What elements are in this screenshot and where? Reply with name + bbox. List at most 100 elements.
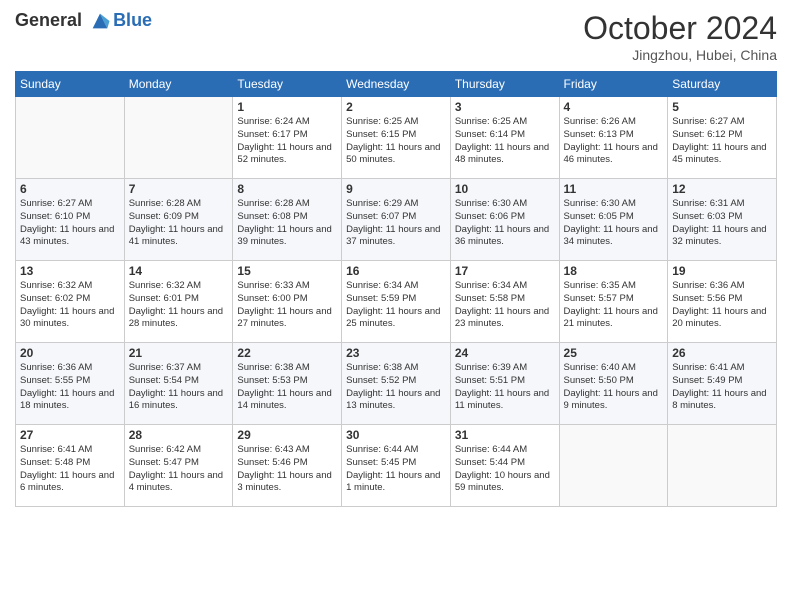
calendar-cell: 26 Sunrise: 6:41 AM Sunset: 5:49 PM Dayli… (668, 343, 777, 425)
calendar-cell: 5 Sunrise: 6:27 AM Sunset: 6:12 PM Daylig… (668, 97, 777, 179)
calendar-cell: 21 Sunrise: 6:37 AM Sunset: 5:54 PM Dayli… (124, 343, 233, 425)
calendar-cell: 12Sunrise: 6:31 AM Sunset: 6:03 PM Dayli… (668, 179, 777, 261)
day-number: 20 (20, 346, 120, 360)
calendar-cell: 20 Sunrise: 6:36 AM Sunset: 5:55 PM Dayli… (16, 343, 125, 425)
day-info: Sunrise: 6:41 AM Sunset: 5:49 PM Dayligh… (672, 362, 772, 413)
day-info: Sunrise: 6:28 AM Sunset: 6:08 PM Dayligh… (237, 198, 337, 249)
day-info: Sunrise: 6:27 AM Sunset: 6:12 PM Dayligh… (672, 116, 772, 167)
day-header-friday: Friday (559, 72, 668, 97)
day-info: Sunrise: 6:44 AM Sunset: 5:44 PM Dayligh… (455, 444, 555, 495)
calendar-cell (668, 425, 777, 507)
day-info: Sunrise: 6:43 AM Sunset: 5:46 PM Dayligh… (237, 444, 337, 495)
day-header-tuesday: Tuesday (233, 72, 342, 97)
day-number: 14 (129, 264, 229, 278)
day-info: Sunrise: 6:28 AM Sunset: 6:09 PM Dayligh… (129, 198, 229, 249)
day-number: 27 (20, 428, 120, 442)
day-info: Sunrise: 6:42 AM Sunset: 5:47 PM Dayligh… (129, 444, 229, 495)
day-number: 11 (564, 182, 664, 196)
day-number: 1 (237, 100, 337, 114)
day-number: 23 (346, 346, 446, 360)
calendar-cell: 8 Sunrise: 6:28 AM Sunset: 6:08 PM Daylig… (233, 179, 342, 261)
calendar-cell: 25 Sunrise: 6:40 AM Sunset: 5:50 PM Dayli… (559, 343, 668, 425)
day-number: 16 (346, 264, 446, 278)
day-number: 30 (346, 428, 446, 442)
day-number: 26 (672, 346, 772, 360)
day-number: 15 (237, 264, 337, 278)
calendar-cell: 23Sunrise: 6:38 AM Sunset: 5:52 PM Dayli… (342, 343, 451, 425)
day-info: Sunrise: 6:37 AM Sunset: 5:54 PM Dayligh… (129, 362, 229, 413)
day-info: Sunrise: 6:35 AM Sunset: 5:57 PM Dayligh… (564, 280, 664, 331)
day-number: 8 (237, 182, 337, 196)
logo: General Blue (15, 10, 152, 32)
day-number: 24 (455, 346, 555, 360)
calendar-cell: 22 Sunrise: 6:38 AM Sunset: 5:53 PM Dayli… (233, 343, 342, 425)
day-number: 25 (564, 346, 664, 360)
location: Jingzhou, Hubei, China (583, 47, 777, 63)
day-info: Sunrise: 6:34 AM Sunset: 5:59 PM Dayligh… (346, 280, 446, 331)
day-info: Sunrise: 6:26 AM Sunset: 6:13 PM Dayligh… (564, 116, 664, 167)
calendar-week-row: 6 Sunrise: 6:27 AM Sunset: 6:10 PM Daylig… (16, 179, 777, 261)
calendar-cell (16, 97, 125, 179)
calendar-cell: 31Sunrise: 6:44 AM Sunset: 5:44 PM Dayli… (450, 425, 559, 507)
day-number: 19 (672, 264, 772, 278)
calendar-cell: 11 Sunrise: 6:30 AM Sunset: 6:05 PM Dayli… (559, 179, 668, 261)
calendar-cell: 28Sunrise: 6:42 AM Sunset: 5:47 PM Dayli… (124, 425, 233, 507)
calendar-cell: 19 Sunrise: 6:36 AM Sunset: 5:56 PM Dayli… (668, 261, 777, 343)
day-info: Sunrise: 6:40 AM Sunset: 5:50 PM Dayligh… (564, 362, 664, 413)
day-number: 22 (237, 346, 337, 360)
day-number: 29 (237, 428, 337, 442)
calendar-cell: 17Sunrise: 6:34 AM Sunset: 5:58 PM Dayli… (450, 261, 559, 343)
logo-blue: Blue (113, 10, 152, 30)
calendar-cell: 18 Sunrise: 6:35 AM Sunset: 5:57 PM Dayli… (559, 261, 668, 343)
calendar-cell: 9 Sunrise: 6:29 AM Sunset: 6:07 PM Daylig… (342, 179, 451, 261)
calendar-cell: 16 Sunrise: 6:34 AM Sunset: 5:59 PM Dayli… (342, 261, 451, 343)
calendar-cell: 7 Sunrise: 6:28 AM Sunset: 6:09 PM Daylig… (124, 179, 233, 261)
calendar-cell: 4 Sunrise: 6:26 AM Sunset: 6:13 PM Daylig… (559, 97, 668, 179)
day-info: Sunrise: 6:25 AM Sunset: 6:14 PM Dayligh… (455, 116, 555, 167)
calendar-cell: 24 Sunrise: 6:39 AM Sunset: 5:51 PM Dayli… (450, 343, 559, 425)
day-info: Sunrise: 6:44 AM Sunset: 5:45 PM Dayligh… (346, 444, 446, 495)
day-number: 5 (672, 100, 772, 114)
calendar-cell: 3Sunrise: 6:25 AM Sunset: 6:14 PM Daylig… (450, 97, 559, 179)
day-number: 7 (129, 182, 229, 196)
day-number: 10 (455, 182, 555, 196)
day-info: Sunrise: 6:36 AM Sunset: 5:55 PM Dayligh… (20, 362, 120, 413)
day-info: Sunrise: 6:38 AM Sunset: 5:53 PM Dayligh… (237, 362, 337, 413)
calendar-cell: 14Sunrise: 6:32 AM Sunset: 6:01 PM Dayli… (124, 261, 233, 343)
day-info: Sunrise: 6:25 AM Sunset: 6:15 PM Dayligh… (346, 116, 446, 167)
day-number: 12 (672, 182, 772, 196)
calendar-cell: 15 Sunrise: 6:33 AM Sunset: 6:00 PM Dayli… (233, 261, 342, 343)
day-header-wednesday: Wednesday (342, 72, 451, 97)
day-number: 18 (564, 264, 664, 278)
day-number: 6 (20, 182, 120, 196)
day-number: 21 (129, 346, 229, 360)
day-number: 9 (346, 182, 446, 196)
calendar: SundayMondayTuesdayWednesdayThursdayFrid… (15, 71, 777, 507)
calendar-week-row: 20 Sunrise: 6:36 AM Sunset: 5:55 PM Dayli… (16, 343, 777, 425)
title-block: October 2024 Jingzhou, Hubei, China (583, 10, 777, 63)
day-info: Sunrise: 6:30 AM Sunset: 6:05 PM Dayligh… (564, 198, 664, 249)
day-number: 13 (20, 264, 120, 278)
day-header-monday: Monday (124, 72, 233, 97)
calendar-cell: 30 Sunrise: 6:44 AM Sunset: 5:45 PM Dayli… (342, 425, 451, 507)
calendar-week-row: 13 Sunrise: 6:32 AM Sunset: 6:02 PM Dayli… (16, 261, 777, 343)
day-info: Sunrise: 6:33 AM Sunset: 6:00 PM Dayligh… (237, 280, 337, 331)
month-title: October 2024 (583, 10, 777, 47)
logo-icon (89, 10, 111, 32)
calendar-cell: 13 Sunrise: 6:32 AM Sunset: 6:02 PM Dayli… (16, 261, 125, 343)
calendar-cell: 27Sunrise: 6:41 AM Sunset: 5:48 PM Dayli… (16, 425, 125, 507)
day-info: Sunrise: 6:36 AM Sunset: 5:56 PM Dayligh… (672, 280, 772, 331)
calendar-cell (559, 425, 668, 507)
day-header-thursday: Thursday (450, 72, 559, 97)
calendar-week-row: 1Sunrise: 6:24 AM Sunset: 6:17 PM Daylig… (16, 97, 777, 179)
calendar-cell (124, 97, 233, 179)
day-info: Sunrise: 6:32 AM Sunset: 6:02 PM Dayligh… (20, 280, 120, 331)
day-number: 4 (564, 100, 664, 114)
day-info: Sunrise: 6:27 AM Sunset: 6:10 PM Dayligh… (20, 198, 120, 249)
header: General Blue October 2024 Jingzhou, Hube… (15, 10, 777, 63)
page: General Blue October 2024 Jingzhou, Hube… (0, 0, 792, 612)
day-info: Sunrise: 6:29 AM Sunset: 6:07 PM Dayligh… (346, 198, 446, 249)
calendar-cell: 29 Sunrise: 6:43 AM Sunset: 5:46 PM Dayli… (233, 425, 342, 507)
calendar-week-row: 27Sunrise: 6:41 AM Sunset: 5:48 PM Dayli… (16, 425, 777, 507)
day-info: Sunrise: 6:39 AM Sunset: 5:51 PM Dayligh… (455, 362, 555, 413)
